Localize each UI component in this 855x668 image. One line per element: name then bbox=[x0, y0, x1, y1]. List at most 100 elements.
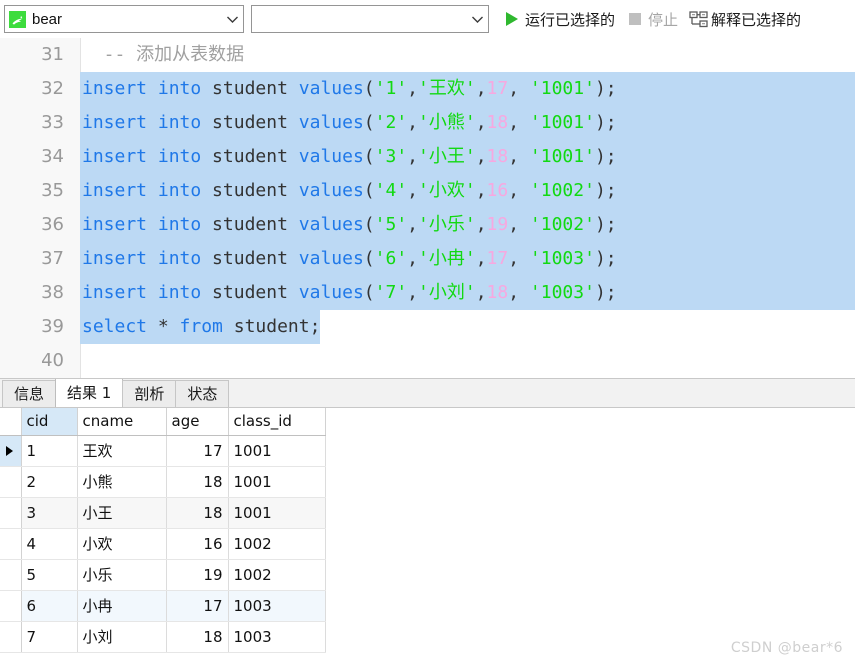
cell-class_id[interactable]: 1001 bbox=[228, 497, 326, 529]
result-grid-container[interactable]: cid cname age class_id 1 王欢 17 1001 2 小熊 18 1001 3 小… bbox=[0, 408, 855, 666]
code-token-pl: ( bbox=[363, 180, 375, 201]
code-token-pl: , bbox=[508, 214, 530, 235]
code-token-str: '3' bbox=[374, 146, 408, 167]
cell-class_id[interactable]: 1003 bbox=[228, 621, 326, 653]
cell-cid[interactable]: 7 bbox=[21, 621, 78, 653]
table-row[interactable]: 1 王欢 17 1001 bbox=[0, 435, 326, 467]
code-token-str: '小乐' bbox=[418, 214, 476, 235]
tab-1[interactable]: 结果 1 bbox=[55, 378, 124, 407]
database-connection-value: bear bbox=[32, 10, 63, 28]
cell-age[interactable]: 17 bbox=[166, 435, 229, 467]
code-line[interactable]: 37 insert into student values('6','小冉',17… bbox=[0, 242, 855, 276]
stop-button[interactable]: 停止 bbox=[622, 4, 681, 34]
code-line-text: insert into student values('5','小乐',19, … bbox=[80, 208, 855, 242]
sql-editor[interactable]: 31 -- 添加从表数据 32 insert into student values… bbox=[0, 38, 855, 379]
tab-3[interactable]: 状态 bbox=[175, 380, 230, 407]
code-line[interactable]: 38 insert into student values('7','小刘',18… bbox=[0, 276, 855, 310]
editor-code-area[interactable]: 31 -- 添加从表数据 32 insert into student values… bbox=[0, 38, 855, 378]
code-line[interactable]: 35 insert into student values('4','小欢',16… bbox=[0, 174, 855, 208]
line-number: 39 bbox=[41, 316, 64, 337]
code-token-kw: from bbox=[179, 316, 223, 337]
code-line[interactable]: 34 insert into student values('3','小王',18… bbox=[0, 140, 855, 174]
row-indicator[interactable] bbox=[0, 528, 22, 560]
cell-class_id[interactable]: 1001 bbox=[228, 466, 326, 498]
cell-cid[interactable]: 1 bbox=[21, 435, 78, 467]
code-line[interactable]: 39 select * from student; bbox=[0, 310, 855, 344]
cell-cname[interactable]: 小欢 bbox=[77, 528, 167, 560]
grid-gutter-header bbox=[0, 408, 22, 436]
code-token-pl: ); bbox=[594, 146, 617, 167]
explain-selected-label: 解释已选择的 bbox=[711, 10, 802, 29]
chevron-down-icon[interactable] bbox=[221, 15, 243, 24]
schema-combo[interactable] bbox=[251, 5, 489, 33]
row-indicator[interactable] bbox=[0, 466, 22, 498]
table-row[interactable]: 5 小乐 19 1002 bbox=[0, 559, 326, 591]
grid-column-header-age[interactable]: age bbox=[166, 408, 229, 436]
tab-label: 结果 1 bbox=[67, 384, 112, 402]
cell-cname[interactable]: 王欢 bbox=[77, 435, 167, 467]
cell-class_id[interactable]: 1001 bbox=[228, 435, 326, 467]
cell-cname[interactable]: 小乐 bbox=[77, 559, 167, 591]
grid-column-header-cname[interactable]: cname bbox=[77, 408, 167, 436]
result-tabs: 信息 结果 1 剖析 状态 bbox=[0, 378, 855, 408]
code-line[interactable]: 31 -- 添加从表数据 bbox=[0, 38, 855, 72]
row-indicator[interactable] bbox=[0, 559, 22, 591]
code-token-pl: student bbox=[201, 146, 299, 167]
row-indicator[interactable] bbox=[0, 497, 22, 529]
cell-age[interactable]: 16 bbox=[166, 528, 229, 560]
code-token-num: 19 bbox=[486, 214, 509, 235]
table-row[interactable]: 3 小王 18 1001 bbox=[0, 497, 326, 529]
code-token-kw: values bbox=[298, 112, 364, 133]
cell-cid[interactable]: 5 bbox=[21, 559, 78, 591]
cell-class_id[interactable]: 1002 bbox=[228, 559, 326, 591]
cell-cname[interactable]: 小王 bbox=[77, 497, 167, 529]
cell-age[interactable]: 19 bbox=[166, 559, 229, 591]
code-token-num: 18 bbox=[486, 146, 509, 167]
code-token-str: '1001' bbox=[529, 78, 595, 99]
code-token-pl: , bbox=[407, 248, 418, 269]
cell-age[interactable]: 17 bbox=[166, 590, 229, 622]
table-row[interactable]: 7 小刘 18 1003 bbox=[0, 621, 326, 653]
tab-2[interactable]: 剖析 bbox=[122, 380, 177, 407]
cell-cid[interactable]: 2 bbox=[21, 466, 78, 498]
code-token-cmt: -- 添加从表数据 bbox=[82, 44, 245, 65]
cell-class_id[interactable]: 1003 bbox=[228, 590, 326, 622]
cell-cid[interactable]: 3 bbox=[21, 497, 78, 529]
cell-cname[interactable]: 小熊 bbox=[77, 466, 167, 498]
table-row[interactable]: 2 小熊 18 1001 bbox=[0, 466, 326, 498]
row-indicator[interactable] bbox=[0, 621, 22, 653]
code-token-kw: insert into bbox=[82, 248, 202, 269]
cell-class_id[interactable]: 1002 bbox=[228, 528, 326, 560]
grid-column-header-class_id[interactable]: class_id bbox=[228, 408, 326, 436]
cell-cname[interactable]: 小冉 bbox=[77, 590, 167, 622]
line-number: 31 bbox=[41, 44, 64, 65]
table-row[interactable]: 6 小冉 17 1003 bbox=[0, 590, 326, 622]
code-token-str: '7' bbox=[374, 282, 408, 303]
code-line-text: insert into student values('7','小刘',18, … bbox=[80, 276, 855, 310]
run-selected-button[interactable]: 运行已选择的 bbox=[499, 4, 618, 34]
cell-cname[interactable]: 小刘 bbox=[77, 621, 167, 653]
chevron-down-icon[interactable] bbox=[466, 15, 488, 24]
grid-column-header-cid[interactable]: cid bbox=[21, 408, 78, 436]
code-token-pl: ( bbox=[363, 146, 375, 167]
cell-cid[interactable]: 6 bbox=[21, 590, 78, 622]
code-token-str: '1001' bbox=[529, 112, 595, 133]
tab-0[interactable]: 信息 bbox=[2, 380, 57, 407]
code-line[interactable]: 36 insert into student values('5','小乐',19… bbox=[0, 208, 855, 242]
explain-plan-icon bbox=[688, 9, 708, 29]
database-connection-combo[interactable]: bear bbox=[4, 5, 244, 33]
code-token-pl: * bbox=[147, 316, 180, 337]
cell-age[interactable]: 18 bbox=[166, 621, 229, 653]
explain-selected-button[interactable]: 解释已选择的 bbox=[685, 4, 804, 34]
code-line[interactable]: 33 insert into student values('2','小熊',18… bbox=[0, 106, 855, 140]
code-line[interactable]: 32 insert into student values('1','王欢',17… bbox=[0, 72, 855, 106]
code-token-str: '1003' bbox=[529, 248, 595, 269]
row-indicator[interactable] bbox=[0, 435, 22, 467]
code-token-kw: values bbox=[298, 78, 364, 99]
row-indicator[interactable] bbox=[0, 590, 22, 622]
code-line[interactable]: 40 bbox=[0, 344, 855, 378]
table-row[interactable]: 4 小欢 16 1002 bbox=[0, 528, 326, 560]
cell-cid[interactable]: 4 bbox=[21, 528, 78, 560]
cell-age[interactable]: 18 bbox=[166, 497, 229, 529]
cell-age[interactable]: 18 bbox=[166, 466, 229, 498]
